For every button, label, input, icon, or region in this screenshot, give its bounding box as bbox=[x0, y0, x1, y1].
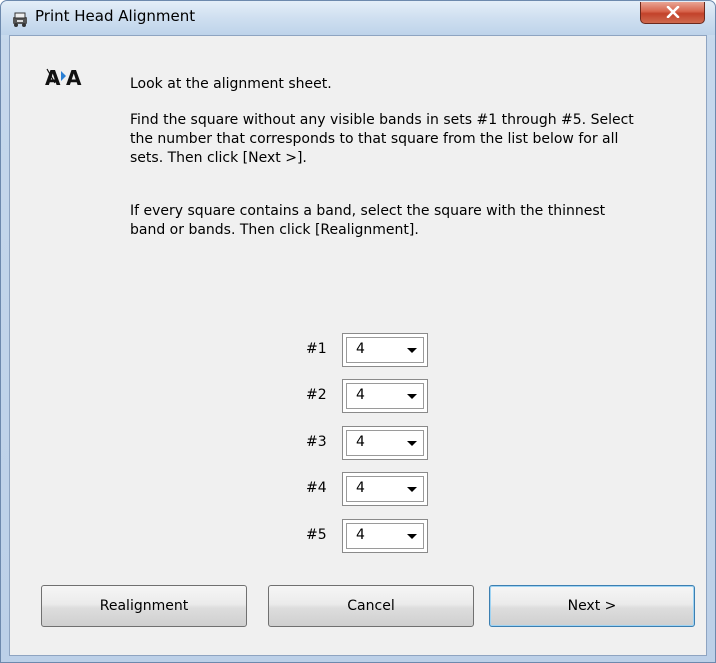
close-icon bbox=[666, 6, 680, 18]
chevron-down-icon bbox=[407, 348, 417, 353]
print-head-alignment-window: Print Head Alignment A A Look at the ali… bbox=[0, 0, 716, 663]
instruction-find-line3: sets. Then click [Next >]. bbox=[130, 150, 307, 166]
set-row-3: #3 4 bbox=[306, 426, 436, 460]
set-label: #4 bbox=[306, 480, 327, 496]
title-bar[interactable]: Print Head Alignment bbox=[1, 1, 715, 35]
set-3-select[interactable]: 4 bbox=[342, 426, 428, 460]
set-4-select[interactable]: 4 bbox=[342, 472, 428, 506]
select-value: 4 bbox=[356, 387, 365, 403]
chevron-down-icon bbox=[407, 394, 417, 399]
select-value: 4 bbox=[356, 527, 365, 543]
select-value: 4 bbox=[356, 341, 365, 357]
realignment-button[interactable]: Realignment bbox=[41, 585, 247, 627]
set-label: #3 bbox=[306, 434, 327, 450]
chevron-down-icon bbox=[407, 441, 417, 446]
instruction-look: Look at the alignment sheet. bbox=[130, 76, 332, 92]
set-row-5: #5 4 bbox=[306, 519, 436, 553]
window-title: Print Head Alignment bbox=[35, 7, 196, 25]
select-value: 4 bbox=[356, 434, 365, 450]
svg-text:A: A bbox=[66, 66, 82, 90]
set-row-4: #4 4 bbox=[306, 472, 436, 506]
close-button[interactable] bbox=[640, 2, 705, 24]
chevron-down-icon bbox=[407, 487, 417, 492]
select-value: 4 bbox=[356, 480, 365, 496]
set-label: #5 bbox=[306, 527, 327, 543]
instruction-band-line2: band or bands. Then click [Realignment]. bbox=[130, 222, 419, 238]
set-label: #1 bbox=[306, 341, 327, 357]
next-button[interactable]: Next > bbox=[489, 585, 695, 627]
set-label: #2 bbox=[306, 387, 327, 403]
instruction-band-line1: If every square contains a band, select … bbox=[130, 203, 606, 219]
set-row-2: #2 4 bbox=[306, 379, 436, 413]
set-row-1: #1 4 bbox=[306, 333, 436, 367]
set-5-select[interactable]: 4 bbox=[342, 519, 428, 553]
instruction-find-line1: Find the square without any visible band… bbox=[130, 112, 634, 128]
set-2-select[interactable]: 4 bbox=[342, 379, 428, 413]
printer-alignment-icon bbox=[11, 10, 29, 28]
alignment-aa-icon: A A bbox=[45, 63, 105, 91]
cancel-button[interactable]: Cancel bbox=[268, 585, 474, 627]
instruction-find-line2: the number that corresponds to that squa… bbox=[130, 131, 619, 147]
dialog-body: A A Look at the alignment sheet. Find th… bbox=[9, 35, 707, 656]
chevron-down-icon bbox=[407, 534, 417, 539]
set-1-select[interactable]: 4 bbox=[342, 333, 428, 367]
